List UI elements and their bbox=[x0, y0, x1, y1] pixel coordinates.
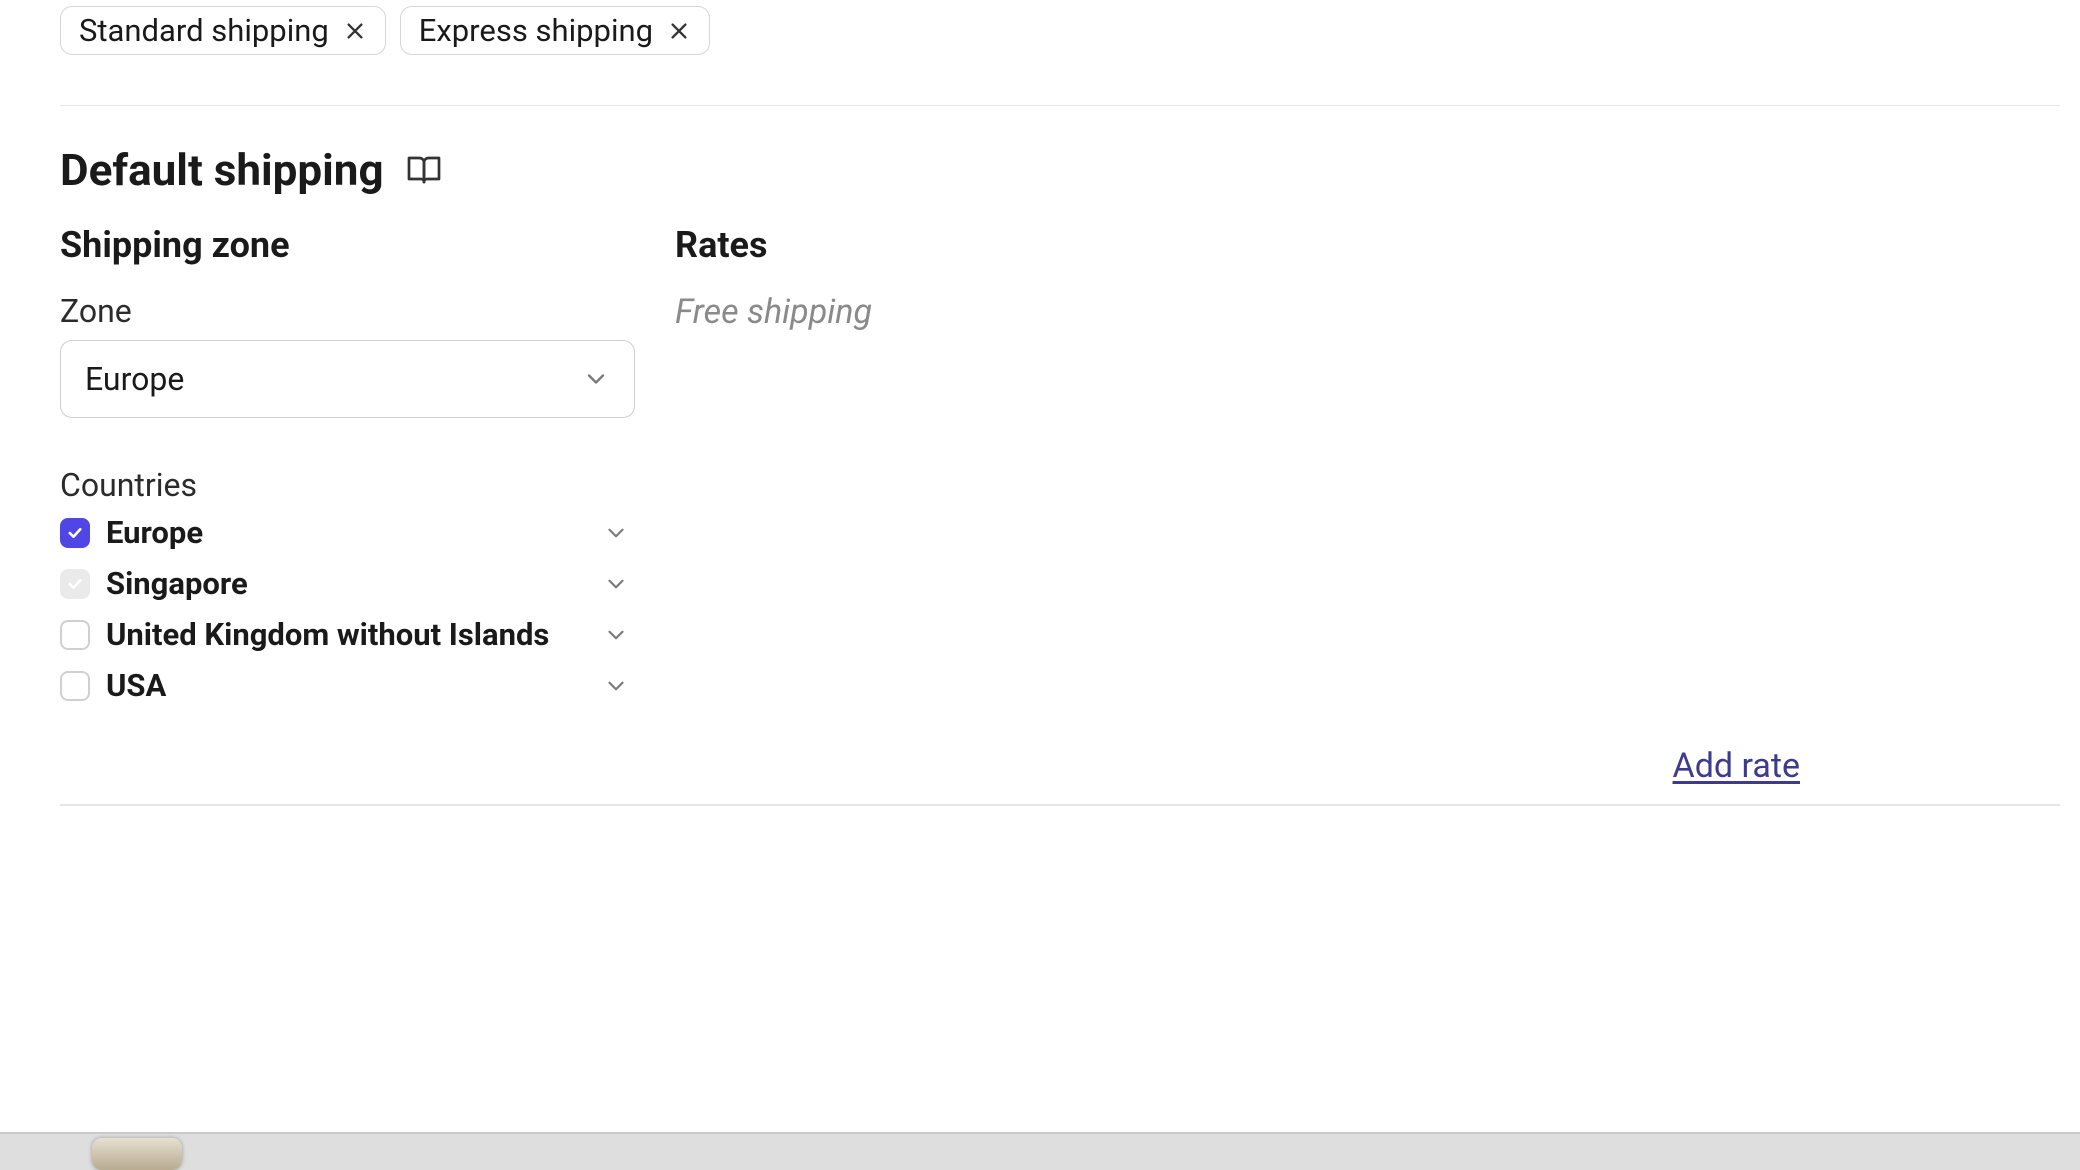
close-icon[interactable] bbox=[343, 19, 367, 43]
rates-column: Rates Free shipping bbox=[675, 224, 2020, 706]
chevron-down-icon[interactable] bbox=[603, 520, 629, 546]
country-row-europe[interactable]: Europe bbox=[60, 512, 635, 553]
chevron-down-icon[interactable] bbox=[603, 571, 629, 597]
free-shipping-text: Free shipping bbox=[675, 292, 2020, 332]
country-name: Europe bbox=[106, 514, 203, 551]
chip-express-shipping[interactable]: Express shipping bbox=[400, 6, 710, 55]
shipping-zone-column: Shipping zone Zone Europe Countries bbox=[60, 224, 635, 706]
country-row-singapore[interactable]: Singapore bbox=[60, 563, 635, 604]
divider bbox=[60, 105, 2060, 106]
chip-label: Express shipping bbox=[419, 15, 653, 46]
footer-thumbnail bbox=[92, 1138, 182, 1170]
checkbox-soft[interactable] bbox=[60, 569, 90, 599]
section-title: Default shipping bbox=[60, 144, 384, 196]
zone-select-value: Europe bbox=[85, 360, 184, 398]
checkbox-empty[interactable] bbox=[60, 620, 90, 650]
countries-label: Countries bbox=[60, 466, 635, 504]
shipping-method-chips: Standard shipping Express shipping bbox=[60, 0, 2020, 85]
country-name: USA bbox=[106, 667, 166, 704]
chevron-down-icon[interactable] bbox=[603, 673, 629, 699]
country-name: United Kingdom without Islands bbox=[106, 616, 549, 653]
close-icon[interactable] bbox=[667, 19, 691, 43]
footer-background bbox=[0, 1132, 2080, 1170]
countries-list: Europe Singapore bbox=[60, 512, 635, 706]
country-row-usa[interactable]: USA bbox=[60, 665, 635, 706]
section-header: Default shipping bbox=[60, 144, 2020, 196]
checkbox-empty[interactable] bbox=[60, 671, 90, 701]
checkbox-checked[interactable] bbox=[60, 518, 90, 548]
chevron-down-icon[interactable] bbox=[603, 622, 629, 648]
chip-label: Standard shipping bbox=[79, 15, 329, 46]
zone-select[interactable]: Europe bbox=[60, 340, 635, 418]
chevron-down-icon bbox=[582, 365, 610, 393]
zone-field-label: Zone bbox=[60, 292, 635, 330]
add-rate-link[interactable]: Add rate bbox=[1673, 746, 1800, 786]
rates-heading: Rates bbox=[675, 224, 2020, 266]
divider bbox=[60, 804, 2060, 806]
book-icon[interactable] bbox=[406, 152, 442, 188]
country-row-uk[interactable]: United Kingdom without Islands bbox=[60, 614, 635, 655]
shipping-zone-heading: Shipping zone bbox=[60, 224, 635, 266]
country-name: Singapore bbox=[106, 565, 248, 602]
chip-standard-shipping[interactable]: Standard shipping bbox=[60, 6, 386, 55]
